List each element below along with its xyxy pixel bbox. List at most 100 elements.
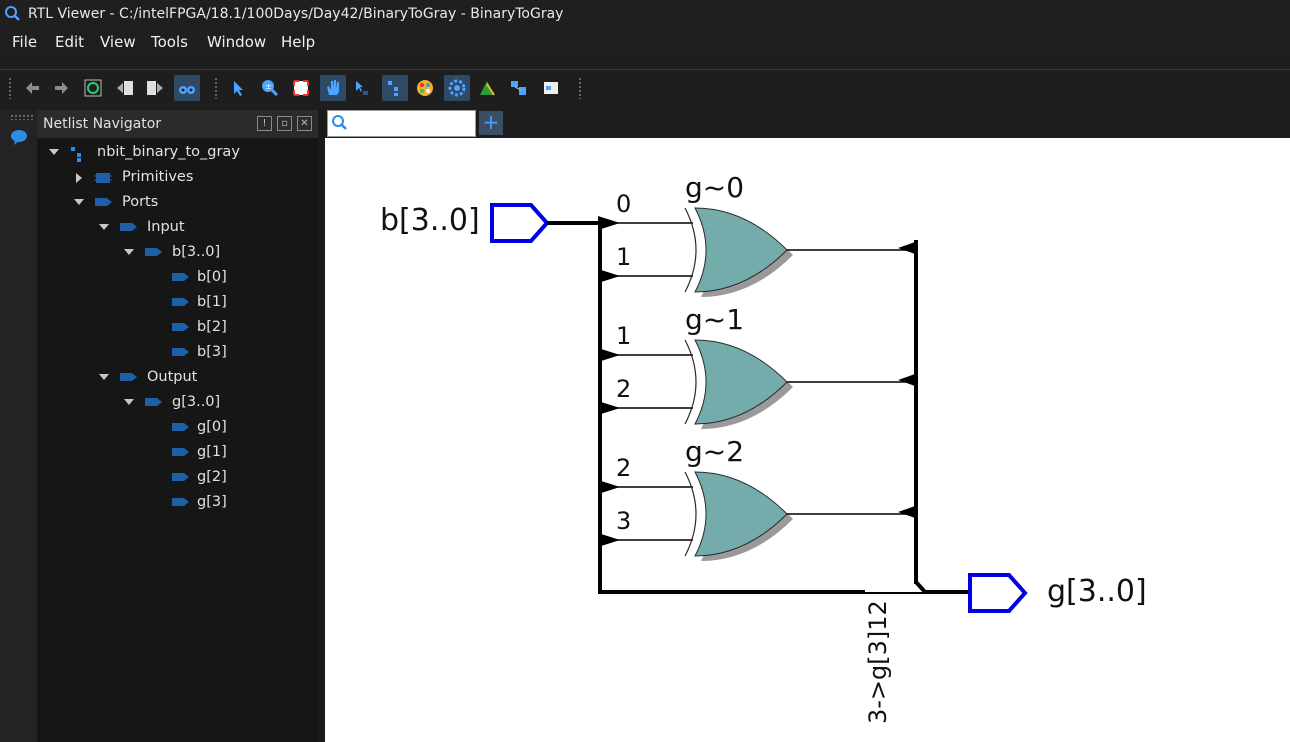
tree-item-output-bit[interactable]: g[1]	[171, 443, 309, 467]
zoom-button[interactable]: ±	[256, 75, 282, 101]
tree-item-input-bit[interactable]: b[1]	[171, 293, 309, 317]
xor-gate-g0[interactable]: g~0 0 1	[598, 171, 918, 297]
tree-item-ports[interactable]: Ports	[74, 193, 309, 217]
rtl-viewer-tab-icon	[332, 115, 347, 130]
netlist-navigator-tab-icon[interactable]	[10, 128, 28, 146]
bus-port-icon	[145, 398, 162, 406]
tree-item-output-bus[interactable]: g[3..0]	[124, 393, 309, 417]
collapse-icon[interactable]	[74, 199, 84, 205]
filter-button[interactable]	[506, 75, 532, 101]
output-port-icon	[120, 373, 137, 381]
toolbar-grip-2[interactable]	[214, 77, 218, 99]
select-button[interactable]	[226, 75, 252, 101]
hand-icon	[327, 80, 339, 95]
add-tab-button[interactable]: +	[479, 111, 503, 135]
netlist-button[interactable]	[382, 75, 408, 101]
toolbar-grip-3[interactable]	[578, 77, 582, 99]
left-dock-strip	[0, 110, 37, 742]
export-button[interactable]	[538, 75, 564, 101]
forward-icon	[55, 82, 68, 94]
tab-rtl-viewer[interactable]	[327, 110, 476, 137]
pointer-icon	[356, 81, 368, 95]
dock-grip[interactable]	[10, 114, 34, 120]
expand-icon[interactable]	[76, 173, 82, 183]
forward-button[interactable]	[48, 75, 74, 101]
tree-item-output-bit[interactable]: g[2]	[171, 468, 309, 492]
menu-view[interactable]: View	[100, 33, 136, 51]
pin-icon	[172, 448, 189, 456]
color-button[interactable]	[412, 75, 438, 101]
find-button[interactable]	[174, 75, 200, 101]
pin-icon	[172, 473, 189, 481]
tree-item-output-bit[interactable]: g[0]	[171, 418, 309, 442]
tree-item-primitives[interactable]: Primitives	[74, 168, 309, 192]
tree-item-output[interactable]: Output	[99, 368, 309, 392]
float-panel-button[interactable]: ▫	[277, 116, 292, 131]
collapse-icon[interactable]	[124, 399, 134, 405]
pin-icon	[172, 273, 189, 281]
pointer-button[interactable]	[348, 75, 374, 101]
primitive-icon	[94, 173, 112, 183]
tree-item-input-bit[interactable]: b[3]	[171, 343, 309, 367]
color-icon	[417, 80, 433, 96]
settings-button[interactable]	[444, 75, 470, 101]
tree-item-label: nbit_binary_to_gray	[97, 144, 240, 160]
tree-item-label: Primitives	[122, 169, 194, 185]
filter-icon	[511, 81, 526, 95]
output-bus-bend	[914, 580, 970, 594]
back-button[interactable]	[20, 75, 46, 101]
menu-help[interactable]: Help	[281, 33, 315, 51]
gate-input-a: 2	[616, 454, 631, 482]
hierarchy-up-button[interactable]	[112, 75, 138, 101]
tree-item-input-bus[interactable]: b[3..0]	[124, 243, 309, 267]
menu-file[interactable]: File	[12, 33, 37, 51]
tree-item-label: Ports	[122, 194, 159, 210]
menu-edit[interactable]: Edit	[55, 33, 84, 51]
select-icon	[234, 81, 243, 96]
hierarchy-icon	[71, 147, 81, 162]
fit-button[interactable]	[288, 75, 314, 101]
collapse-icon[interactable]	[99, 224, 109, 230]
panel-title: Netlist Navigator	[43, 116, 162, 132]
zoom-icon: ±	[262, 80, 279, 97]
tree-item-label: g[3]	[197, 494, 227, 510]
collapse-icon[interactable]	[99, 374, 109, 380]
refresh-button[interactable]	[80, 75, 106, 101]
hand-button[interactable]	[320, 75, 346, 101]
collapse-icon[interactable]	[124, 249, 134, 255]
bus-label: 3->g[3]12	[864, 600, 892, 724]
document-tab-bar: +	[325, 108, 1290, 138]
tree-item-input-bit[interactable]: b[2]	[171, 318, 309, 342]
tree-item-label: b[2]	[197, 319, 227, 335]
schematic-diagram[interactable]: b[3..0] g~0 0 1 g~1 1 2 g~2 2 3 3->g[3]1…	[325, 138, 1290, 742]
toolbar: ±	[0, 72, 1290, 105]
tree-item-input[interactable]: Input	[99, 218, 309, 242]
pin-panel-button[interactable]: !	[257, 116, 272, 131]
menu-tools[interactable]: Tools	[151, 33, 188, 51]
refresh-icon	[84, 79, 102, 97]
highlight-button[interactable]	[474, 75, 500, 101]
output-port-symbol[interactable]	[968, 573, 1028, 613]
tree-item-input-bit[interactable]: b[0]	[171, 268, 309, 292]
panel-splitter[interactable]	[318, 110, 325, 742]
tree-item-label: Output	[147, 369, 198, 385]
menu-window[interactable]: Window	[207, 33, 266, 51]
toolbar-grip[interactable]	[8, 77, 12, 99]
tree-item-label: b[1]	[197, 294, 227, 310]
tree-item-output-bit[interactable]: g[3]	[171, 493, 309, 517]
input-port-icon	[120, 223, 137, 231]
xor-gate-g1[interactable]: g~1 1 2	[598, 303, 918, 429]
xor-gate-g2[interactable]: g~2 2 3	[598, 435, 918, 561]
svg-text:±: ±	[265, 82, 272, 91]
gate-input-a: 1	[616, 322, 631, 350]
gate-input-b: 3	[616, 507, 631, 535]
tree-item-label: g[1]	[197, 444, 227, 460]
tree-item-root[interactable]: nbit_binary_to_gray	[49, 143, 309, 167]
hierarchy-up-icon	[117, 81, 133, 95]
menu-separator	[0, 69, 1290, 70]
hierarchy-down-button[interactable]	[142, 75, 168, 101]
input-port-symbol[interactable]	[490, 203, 550, 243]
collapse-icon[interactable]	[49, 149, 59, 155]
close-panel-button[interactable]: ✕	[297, 116, 312, 131]
schematic-canvas[interactable]: b[3..0] g~0 0 1 g~1 1 2 g~2 2 3 3->g[3]1…	[325, 138, 1290, 742]
